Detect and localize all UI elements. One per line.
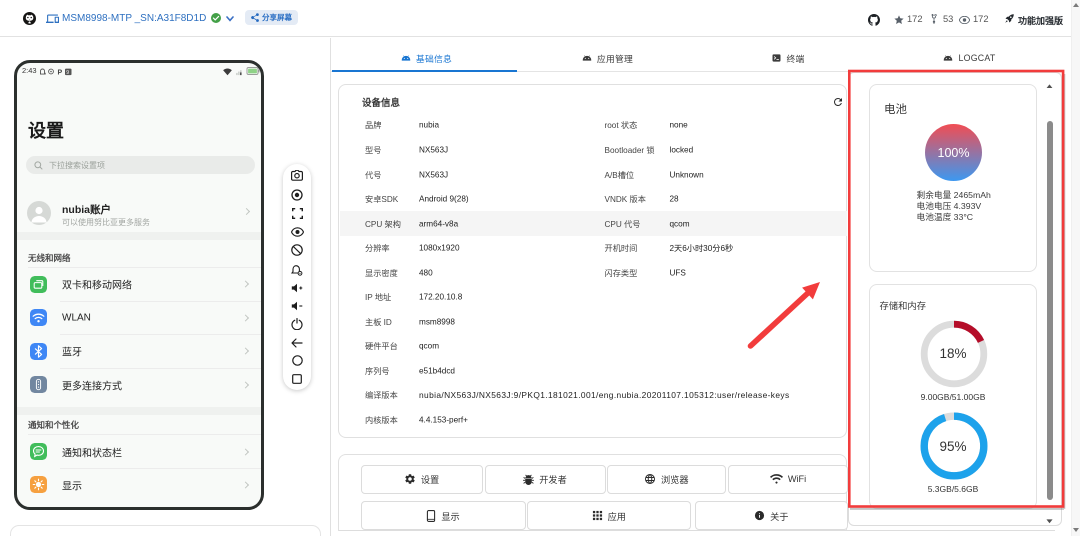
svg-text:P: P (58, 69, 63, 76)
svg-text:9: 9 (66, 69, 69, 75)
